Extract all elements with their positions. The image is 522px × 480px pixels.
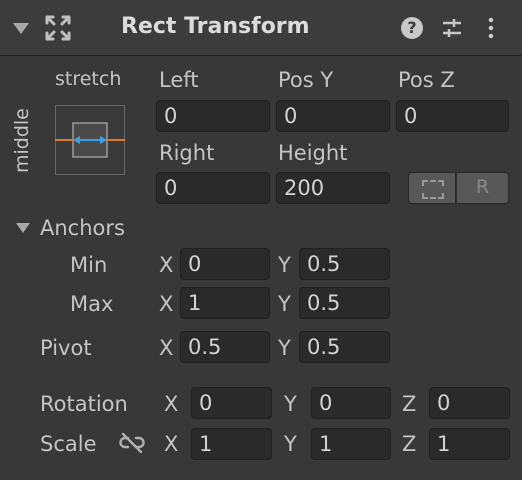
component-title: Rect Transform [121, 14, 310, 39]
anchor-max-x-field[interactable]: 1 [180, 287, 270, 319]
anchor-min-label: Min [70, 253, 108, 277]
left-field[interactable]: 0 [156, 100, 270, 132]
pivot-x-field[interactable]: 0.5 [180, 331, 270, 363]
pivot-label: Pivot [40, 336, 92, 360]
rotation-y-field[interactable]: 0 [311, 387, 391, 419]
anchor-vertical-label: middle [11, 108, 33, 173]
rotation-x-label[interactable]: X [164, 392, 178, 416]
pos-y-label: Pos Y [278, 68, 334, 92]
rotation-label: Rotation [40, 392, 128, 416]
kebab-menu-icon[interactable] [486, 16, 496, 40]
scale-y-label[interactable]: Y [284, 432, 297, 456]
pos-z-label: Pos Z [398, 68, 455, 92]
anchor-horizontal-label: stretch [55, 68, 122, 90]
scale-x-field[interactable]: 1 [191, 428, 272, 460]
anchor-min-x-label[interactable]: X [159, 253, 173, 277]
anchors-foldout-arrow-icon[interactable] [16, 223, 30, 233]
foldout-arrow-icon[interactable] [13, 23, 29, 34]
sliders-icon[interactable] [441, 17, 463, 39]
unlinked-chain-icon[interactable] [118, 432, 146, 454]
scale-label: Scale [40, 432, 97, 456]
rotation-z-field[interactable]: 0 [429, 387, 510, 419]
height-field[interactable]: 200 [276, 172, 390, 204]
pivot-y-label[interactable]: Y [278, 336, 291, 360]
scale-z-label[interactable]: Z [402, 432, 416, 456]
rotation-x-field[interactable]: 0 [191, 387, 272, 419]
right-field[interactable]: 0 [156, 172, 270, 204]
component-header[interactable]: Rect Transform ? [0, 0, 522, 56]
rotation-z-label[interactable]: Z [402, 392, 416, 416]
anchors-label[interactable]: Anchors [40, 216, 125, 240]
anchor-min-y-field[interactable]: 0.5 [299, 248, 390, 280]
anchor-max-x-label[interactable]: X [159, 292, 173, 316]
anchor-max-label: Max [70, 292, 114, 316]
raw-edit-button[interactable]: R [456, 172, 509, 204]
anchor-max-y-field[interactable]: 0.5 [299, 287, 390, 319]
scale-x-label[interactable]: X [164, 432, 178, 456]
anchor-min-y-label[interactable]: Y [278, 253, 291, 277]
anchor-min-x-field[interactable]: 0 [180, 248, 270, 280]
pivot-x-label[interactable]: X [159, 336, 173, 360]
blueprint-mode-icon [422, 180, 444, 199]
pos-y-field[interactable]: 0 [276, 100, 390, 132]
pos-z-field[interactable]: 0 [396, 100, 509, 132]
anchor-preset-button[interactable] [55, 105, 125, 175]
right-label: Right [159, 141, 215, 165]
rect-transform-icon [45, 15, 71, 41]
blueprint-mode-button[interactable] [408, 172, 456, 204]
scale-z-field[interactable]: 1 [429, 428, 510, 460]
height-label: Height [278, 141, 348, 165]
left-label: Left [159, 68, 199, 92]
anchor-max-y-label[interactable]: Y [278, 292, 291, 316]
pivot-y-field[interactable]: 0.5 [299, 331, 390, 363]
question-circle-icon[interactable]: ? [401, 17, 423, 39]
rotation-y-label[interactable]: Y [284, 392, 297, 416]
scale-y-field[interactable]: 1 [311, 428, 391, 460]
